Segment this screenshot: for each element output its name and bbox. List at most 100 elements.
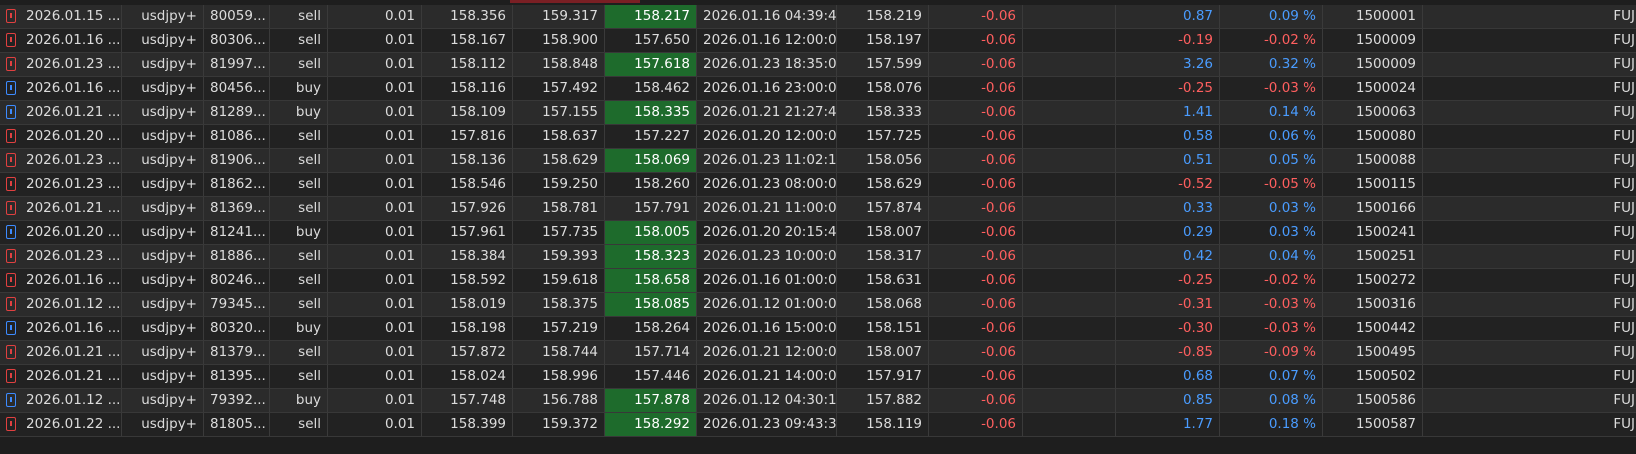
empty-column-cell bbox=[1023, 197, 1116, 220]
table-row[interactable]: 2026.01.15 ... usdjpy+ 80059... sell 0.01 158… bbox=[0, 5, 1636, 29]
order-time-cell: 2026.01.15 ... bbox=[24, 5, 122, 28]
order-icon-cell bbox=[0, 413, 24, 436]
table-row[interactable]: 2026.01.20 ... usdjpy+ 81241... buy 0.01 157.… bbox=[0, 221, 1636, 245]
symbol-cell: usdjpy+ bbox=[122, 293, 204, 316]
close-price-cell: 158.197 bbox=[837, 29, 929, 52]
open-price-cell: 157.816 bbox=[422, 125, 513, 148]
take-profit-cell: 157.714 bbox=[605, 341, 697, 364]
take-profit-cell: 157.878 bbox=[605, 389, 697, 412]
magic-number-cell: 1500442 bbox=[1323, 317, 1423, 340]
order-time-cell: 2026.01.23 ... bbox=[24, 53, 122, 76]
empty-column-cell bbox=[1023, 125, 1116, 148]
swap-cell: -0.06 bbox=[929, 53, 1023, 76]
table-row[interactable]: 2026.01.23 ... usdjpy+ 81886... sell 0.01 158… bbox=[0, 245, 1636, 269]
empty-column-cell bbox=[1023, 77, 1116, 100]
symbol-cell: usdjpy+ bbox=[122, 221, 204, 244]
symbol-cell: usdjpy+ bbox=[122, 5, 204, 28]
empty-column-cell bbox=[1023, 221, 1116, 244]
table-row[interactable]: 2026.01.23 ... usdjpy+ 81862... sell 0.01 158… bbox=[0, 173, 1636, 197]
swap-cell: -0.06 bbox=[929, 221, 1023, 244]
table-row[interactable]: 2026.01.20 ... usdjpy+ 81086... sell 0.01 157… bbox=[0, 125, 1636, 149]
stop-loss-cell: 158.781 bbox=[513, 197, 605, 220]
close-price-cell: 158.056 bbox=[837, 149, 929, 172]
buy-order-icon bbox=[6, 321, 16, 335]
volume-cell: 0.01 bbox=[328, 197, 422, 220]
stop-loss-cell: 158.900 bbox=[513, 29, 605, 52]
magic-number-cell: 1500088 bbox=[1323, 149, 1423, 172]
swap-cell: -0.06 bbox=[929, 341, 1023, 364]
open-price-cell: 158.399 bbox=[422, 413, 513, 436]
table-row[interactable]: 2026.01.16 ... usdjpy+ 80456... buy 0.01 158.… bbox=[0, 77, 1636, 101]
swap-cell: -0.06 bbox=[929, 5, 1023, 28]
close-price-cell: 158.076 bbox=[837, 77, 929, 100]
stop-loss-cell: 159.317 bbox=[513, 5, 605, 28]
empty-column-cell bbox=[1023, 269, 1116, 292]
sell-order-icon bbox=[6, 297, 16, 311]
profit-percent-cell: 0.18 % bbox=[1220, 413, 1323, 436]
open-price-cell: 158.109 bbox=[422, 101, 513, 124]
order-icon-cell bbox=[0, 53, 24, 76]
close-price-cell: 158.007 bbox=[837, 221, 929, 244]
open-price-cell: 158.019 bbox=[422, 293, 513, 316]
table-row[interactable]: 2026.01.21 ... usdjpy+ 81369... sell 0.01 157… bbox=[0, 197, 1636, 221]
table-row[interactable]: 2026.01.12 ... usdjpy+ 79392... buy 0.01 157.… bbox=[0, 389, 1636, 413]
volume-cell: 0.01 bbox=[328, 269, 422, 292]
open-price-cell: 158.116 bbox=[422, 77, 513, 100]
magic-number-cell: 1500316 bbox=[1323, 293, 1423, 316]
magic-number-cell: 1500080 bbox=[1323, 125, 1423, 148]
profit-cell: -0.19 bbox=[1116, 29, 1220, 52]
order-time-cell: 2026.01.23 ... bbox=[24, 173, 122, 196]
comment-cell: FUJ bbox=[1613, 320, 1635, 336]
close-time-cell: 2026.01.21 12:00:00 bbox=[697, 341, 837, 364]
table-row[interactable]: 2026.01.23 ... usdjpy+ 81997... sell 0.01 158… bbox=[0, 53, 1636, 77]
take-profit-cell: 158.292 bbox=[605, 413, 697, 436]
swap-cell: -0.06 bbox=[929, 197, 1023, 220]
stop-loss-cell: 157.155 bbox=[513, 101, 605, 124]
profit-percent-cell: 0.09 % bbox=[1220, 5, 1323, 28]
symbol-cell: usdjpy+ bbox=[122, 125, 204, 148]
volume-cell: 0.01 bbox=[328, 29, 422, 52]
table-row[interactable]: 2026.01.21 ... usdjpy+ 81395... sell 0.01 158… bbox=[0, 365, 1636, 389]
open-price-cell: 157.961 bbox=[422, 221, 513, 244]
table-row[interactable]: 2026.01.21 ... usdjpy+ 81379... sell 0.01 157… bbox=[0, 341, 1636, 365]
table-row[interactable]: 2026.01.16 ... usdjpy+ 80320... buy 0.01 158.… bbox=[0, 317, 1636, 341]
order-type-cell: buy bbox=[270, 317, 328, 340]
buy-order-icon bbox=[6, 393, 16, 407]
open-price-cell: 158.546 bbox=[422, 173, 513, 196]
order-type-cell: sell bbox=[270, 53, 328, 76]
order-icon-cell bbox=[0, 389, 24, 412]
table-row[interactable]: 2026.01.16 ... usdjpy+ 80306... sell 0.01 158… bbox=[0, 29, 1636, 53]
close-price-cell: 158.333 bbox=[837, 101, 929, 124]
table-row[interactable]: 2026.01.22 ... usdjpy+ 81805... sell 0.01 158… bbox=[0, 413, 1636, 437]
profit-percent-cell: -0.09 % bbox=[1220, 341, 1323, 364]
order-type-cell: sell bbox=[270, 413, 328, 436]
swap-cell: -0.06 bbox=[929, 149, 1023, 172]
table-row[interactable]: 2026.01.16 ... usdjpy+ 80246... sell 0.01 158… bbox=[0, 269, 1636, 293]
close-time-cell: 2026.01.20 12:00:00 bbox=[697, 125, 837, 148]
order-time-cell: 2026.01.21 ... bbox=[24, 365, 122, 388]
table-row[interactable]: 2026.01.23 ... usdjpy+ 81906... sell 0.01 158… bbox=[0, 149, 1636, 173]
order-icon-cell bbox=[0, 245, 24, 268]
ticket-cell: 81805... bbox=[204, 413, 270, 436]
swap-cell: -0.06 bbox=[929, 389, 1023, 412]
table-row[interactable]: 2026.01.12 ... usdjpy+ 79345... sell 0.01 158… bbox=[0, 293, 1636, 317]
profit-cell: 0.29 bbox=[1116, 221, 1220, 244]
profit-percent-cell: 0.03 % bbox=[1220, 197, 1323, 220]
symbol-cell: usdjpy+ bbox=[122, 197, 204, 220]
magic-number-cell: 1500009 bbox=[1323, 29, 1423, 52]
table-row[interactable]: 2026.01.21 ... usdjpy+ 81289... buy 0.01 158.… bbox=[0, 101, 1636, 125]
order-icon-cell bbox=[0, 269, 24, 292]
profit-cell: 0.42 bbox=[1116, 245, 1220, 268]
swap-cell: -0.06 bbox=[929, 173, 1023, 196]
stop-loss-cell: 157.219 bbox=[513, 317, 605, 340]
stop-loss-cell: 158.848 bbox=[513, 53, 605, 76]
empty-column-cell bbox=[1023, 293, 1116, 316]
magic-number-cell: 1500115 bbox=[1323, 173, 1423, 196]
profit-percent-cell: -0.03 % bbox=[1220, 77, 1323, 100]
profit-percent-cell: -0.02 % bbox=[1220, 269, 1323, 292]
profit-cell: 0.51 bbox=[1116, 149, 1220, 172]
profit-cell: -0.30 bbox=[1116, 317, 1220, 340]
profit-cell: 1.41 bbox=[1116, 101, 1220, 124]
comment-cell: FUJ bbox=[1613, 56, 1635, 72]
close-time-cell: 2026.01.21 14:00:00 bbox=[697, 365, 837, 388]
